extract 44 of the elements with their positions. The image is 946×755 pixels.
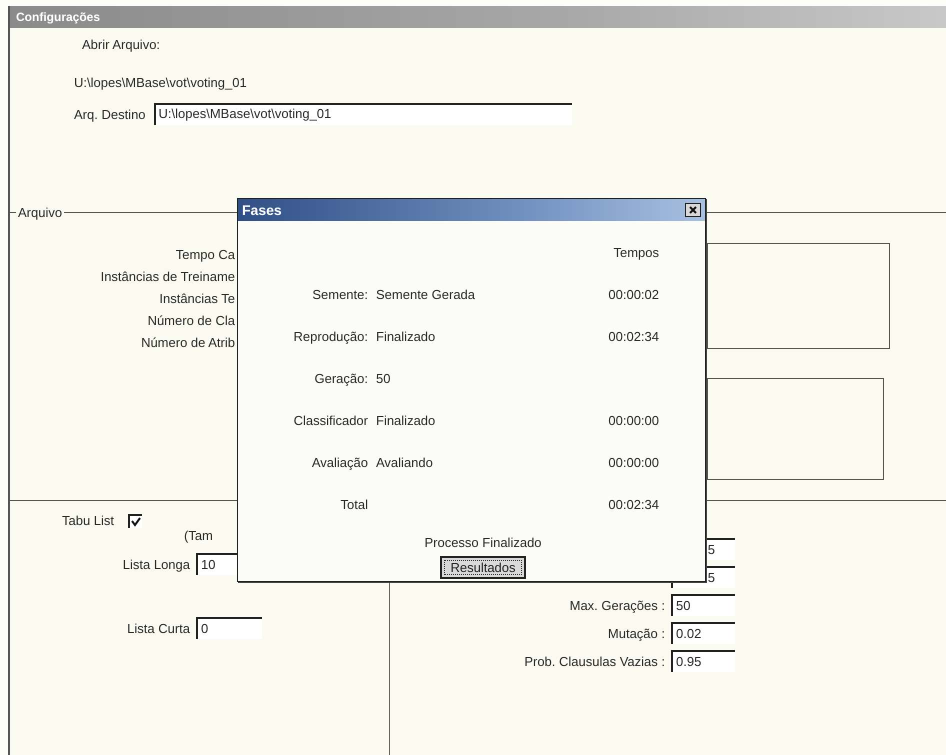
input-field[interactable]: 50 bbox=[671, 594, 735, 616]
phase-label: Semente: bbox=[311, 287, 368, 304]
field-label: Max. Gerações : bbox=[570, 598, 666, 612]
input-field[interactable]: 0 bbox=[196, 617, 262, 639]
field-label: Número de Cla bbox=[148, 313, 235, 329]
phase-time: 00:00:02 bbox=[607, 287, 659, 304]
field-label: Número de Atrib bbox=[141, 335, 235, 351]
field-label: Tempo Ca bbox=[176, 247, 235, 263]
phase-time: 00:02:34 bbox=[607, 329, 659, 346]
phase-status: Semente Gerada bbox=[376, 287, 476, 304]
phase-time: 00:00:00 bbox=[607, 455, 659, 472]
input-field[interactable]: 0.95 bbox=[671, 650, 735, 672]
field-label: Prob. Clausulas Vazias : bbox=[524, 654, 666, 668]
phase-time: 00:02:34 bbox=[607, 497, 659, 514]
phase-label: Reprodução: bbox=[292, 329, 368, 346]
phase-time: 00:00:00 bbox=[607, 413, 659, 430]
window-title: Configurações bbox=[10, 6, 946, 28]
field-label: Lista Longa bbox=[122, 556, 191, 572]
dialog-title: Fases bbox=[242, 202, 282, 218]
open-file-label: Abrir Arquivo: bbox=[82, 37, 162, 53]
status-message: Processo Finalizado bbox=[423, 535, 543, 550]
phase-status: Finalizado bbox=[376, 413, 436, 430]
phase-label: Classificador bbox=[292, 413, 368, 430]
destination-field[interactable]: U:\lopes\MBase\vot\voting_01 bbox=[154, 103, 572, 125]
field-label: Mutação : bbox=[608, 626, 666, 640]
column-header: Tempos bbox=[612, 245, 659, 262]
field-label: Instâncias Te bbox=[159, 291, 235, 307]
file-path: U:\lopes\MBase\vot\voting_01 bbox=[74, 75, 248, 91]
close-icon[interactable] bbox=[685, 203, 701, 217]
phase-label: Geração: bbox=[314, 371, 368, 388]
note-text: (Tam bbox=[184, 528, 214, 543]
phase-status: Avaliando bbox=[376, 455, 434, 472]
checkbox[interactable] bbox=[128, 514, 142, 528]
tabu-list-label: Tabu List bbox=[62, 513, 114, 528]
group-legend: Arquivo bbox=[16, 204, 64, 220]
phase-label: Avaliação bbox=[310, 455, 368, 472]
phase-label: Total bbox=[340, 497, 368, 514]
field-label: Instâncias de Treiname bbox=[100, 269, 235, 285]
input-field[interactable]: 0.02 bbox=[671, 622, 735, 644]
phase-status: Finalizado bbox=[376, 329, 436, 346]
destination-label: Arq. Destino bbox=[74, 106, 146, 122]
results-button[interactable]: Resultados bbox=[440, 556, 526, 579]
phase-status: 50 bbox=[376, 371, 392, 388]
field-label: Lista Curta bbox=[126, 620, 191, 636]
